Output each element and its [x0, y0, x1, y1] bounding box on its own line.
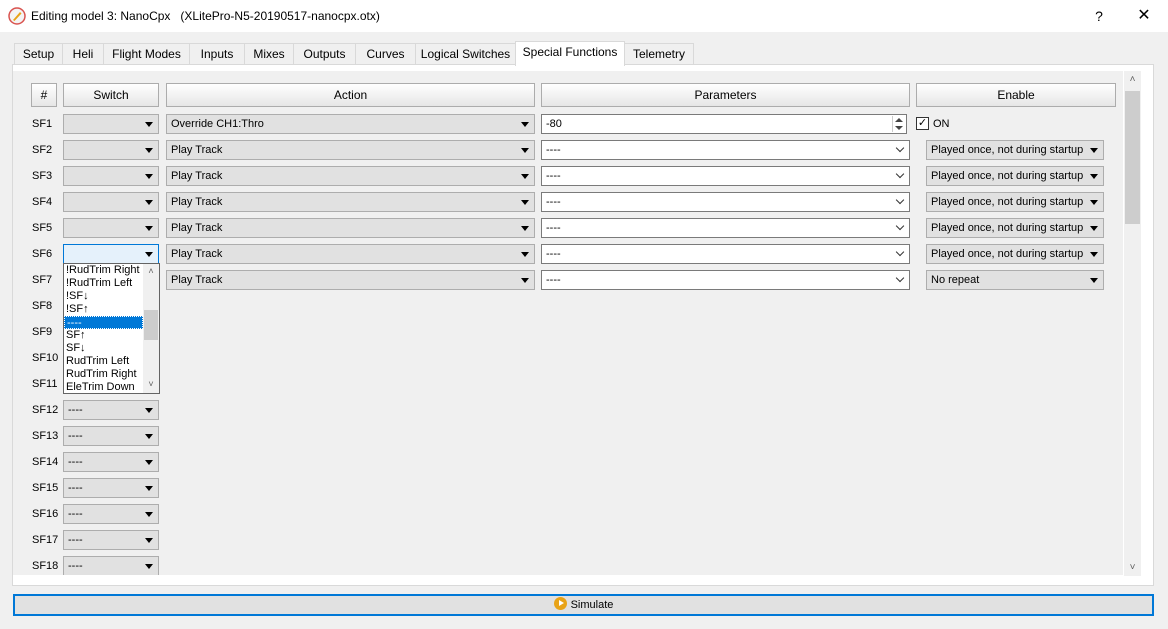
row-label: SF4 [32, 196, 53, 208]
help-button[interactable]: ? [1088, 5, 1110, 27]
window-title: Editing model 3: NanoCpx (XLitePro-N5-20… [31, 9, 380, 23]
dropdown-option[interactable]: SF↓ [64, 342, 143, 355]
switch-select[interactable]: ---- [63, 426, 159, 446]
header-parameters[interactable]: Parameters [541, 83, 910, 107]
parameter-select[interactable]: ---- [541, 192, 910, 212]
simulate-button[interactable]: Simulate [13, 594, 1154, 616]
row-label: SF18 [32, 560, 59, 572]
row-label: SF3 [32, 170, 53, 182]
enable-checkbox[interactable]: ✓ [916, 117, 929, 130]
row-label: SF7 [32, 274, 53, 286]
simulate-label: Simulate [570, 599, 614, 611]
dropdown-option[interactable]: RudTrim Left [64, 355, 143, 368]
switch-select[interactable]: ---- [63, 556, 159, 575]
enable-select[interactable]: No repeat [926, 270, 1104, 290]
special-functions-table: # Switch Action Parameters Enable SF1 Ov… [13, 71, 1123, 575]
switch-select[interactable] [63, 140, 159, 160]
tab-mixes[interactable]: Mixes [244, 43, 294, 65]
dropdown-option-selected[interactable]: ---- [64, 316, 143, 329]
spin-buttons[interactable] [892, 116, 904, 132]
row-label: SF13 [32, 430, 59, 442]
dropdown-option[interactable]: RudTrim Right [64, 368, 143, 381]
header-num[interactable]: # [31, 83, 57, 107]
action-select[interactable]: Play Track [166, 218, 535, 238]
parameter-select[interactable]: ---- [541, 244, 910, 264]
title-bar: Editing model 3: NanoCpx (XLitePro-N5-20… [0, 0, 1168, 32]
action-select[interactable]: Play Track [166, 244, 535, 264]
tab-flight-modes[interactable]: Flight Modes [103, 43, 190, 65]
enable-select[interactable]: Played once, not during startup [926, 140, 1104, 160]
row-label: SF12 [32, 404, 59, 416]
dropdown-scroll-thumb[interactable] [144, 310, 158, 340]
row-label: SF6 [32, 248, 53, 260]
scroll-up-arrow-icon[interactable]: ˄ [1124, 71, 1141, 88]
header-action[interactable]: Action [166, 83, 535, 107]
dropdown-option[interactable]: EleTrim Down [64, 381, 143, 394]
dropdown-option[interactable]: !SF↓ [64, 290, 143, 303]
switch-select[interactable] [63, 218, 159, 238]
row-label: SF1 [32, 118, 53, 130]
row-label: SF9 [32, 326, 53, 338]
header-switch[interactable]: Switch [63, 83, 159, 107]
parameter-select[interactable]: ---- [541, 166, 910, 186]
scroll-down-arrow-icon[interactable]: ˅ [147, 380, 155, 389]
table-scroll-thumb[interactable] [1125, 91, 1140, 224]
table-scrollbar[interactable]: ˄ ˅ [1124, 71, 1141, 576]
switch-dropdown-list[interactable]: !RudTrim Right !RudTrim Left !SF↓ !SF↑ -… [63, 263, 160, 394]
dropdown-option[interactable]: !RudTrim Left [64, 277, 143, 290]
switch-select[interactable] [63, 114, 159, 134]
action-select[interactable]: Play Track [166, 166, 535, 186]
tab-curves[interactable]: Curves [355, 43, 416, 65]
enable-select[interactable]: Played once, not during startup [926, 218, 1104, 238]
switch-select[interactable]: ---- [63, 504, 159, 524]
row-label: SF17 [32, 534, 59, 546]
scroll-up-arrow-icon[interactable]: ˄ [147, 267, 155, 276]
dropdown-scrollbar[interactable]: ˄ ˅ [143, 264, 159, 393]
tab-heli[interactable]: Heli [62, 43, 104, 65]
play-icon [553, 597, 567, 610]
tab-setup[interactable]: Setup [14, 43, 63, 65]
switch-select[interactable] [63, 192, 159, 212]
switch-select[interactable] [63, 166, 159, 186]
row-label: SF10 [32, 352, 59, 364]
enable-select[interactable]: Played once, not during startup [926, 244, 1104, 264]
switch-select[interactable]: ---- [63, 400, 159, 420]
tab-telemetry[interactable]: Telemetry [624, 43, 694, 65]
switch-select[interactable]: ---- [63, 478, 159, 498]
dropdown-option[interactable]: !SF↑ [64, 303, 143, 316]
action-select[interactable]: Play Track [166, 270, 535, 290]
row-label: SF16 [32, 508, 59, 520]
scroll-down-arrow-icon[interactable]: ˅ [1124, 559, 1141, 576]
enable-select[interactable]: Played once, not during startup [926, 192, 1104, 212]
switch-select[interactable]: ---- [63, 452, 159, 472]
action-select[interactable]: Play Track [166, 192, 535, 212]
row-label: SF8 [32, 300, 53, 312]
dropdown-option[interactable]: !RudTrim Right [64, 264, 143, 277]
row-label: SF14 [32, 456, 59, 468]
action-select[interactable]: Override CH1:Thro [166, 114, 535, 134]
action-select[interactable]: Play Track [166, 140, 535, 160]
row-label: SF11 [32, 378, 58, 390]
app-icon [8, 7, 26, 25]
parameter-select[interactable]: ---- [541, 270, 910, 290]
parameter-select[interactable]: ---- [541, 218, 910, 238]
tab-logical-switches[interactable]: Logical Switches [415, 43, 516, 65]
row-label: SF2 [32, 144, 53, 156]
tab-inputs[interactable]: Inputs [189, 43, 245, 65]
header-enable[interactable]: Enable [916, 83, 1116, 107]
tab-outputs[interactable]: Outputs [293, 43, 356, 65]
row-label: SF15 [32, 482, 59, 494]
tab-special-functions[interactable]: Special Functions [515, 41, 625, 66]
parameter-spinbox[interactable]: -80 [541, 114, 907, 134]
switch-select[interactable]: ---- [63, 530, 159, 550]
close-button[interactable]: ✕ [1131, 5, 1157, 27]
row-label: SF5 [32, 222, 53, 234]
switch-select[interactable] [63, 244, 159, 264]
enable-label: ON [933, 118, 950, 130]
dropdown-option[interactable]: SF↑ [64, 329, 143, 342]
enable-select[interactable]: Played once, not during startup [926, 166, 1104, 186]
parameter-select[interactable]: ---- [541, 140, 910, 160]
